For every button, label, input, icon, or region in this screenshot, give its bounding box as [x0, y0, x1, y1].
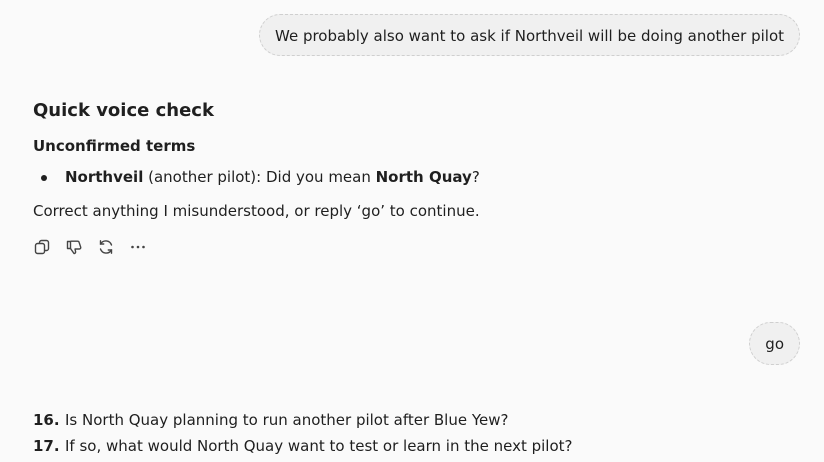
message-actions [33, 238, 147, 256]
term-suggestion: North Quay [375, 168, 472, 186]
term-name: Northveil [65, 168, 144, 186]
list-item: 16. Is North Quay planning to run anothe… [33, 407, 573, 433]
question-number: 17. [33, 437, 60, 455]
unconfirmed-terms-heading: Unconfirmed terms [33, 137, 196, 155]
user-message-text: go [765, 335, 784, 353]
list-item: 17. If so, what would North Quay want to… [33, 433, 573, 459]
user-message-text: We probably also want to ask if Northvei… [275, 27, 784, 45]
copy-icon[interactable] [33, 238, 51, 256]
unconfirmed-terms-list: Northveil (another pilot): Did you mean … [33, 166, 480, 188]
user-message-bubble: go [749, 322, 800, 365]
response-heading: Quick voice check [33, 100, 214, 121]
question-list: 16. Is North Quay planning to run anothe… [33, 407, 573, 459]
instruction-text: Correct anything I misunderstood, or rep… [33, 202, 480, 220]
term-context: (another pilot): Did you mean [143, 168, 376, 186]
chat-page: We probably also want to ask if Northvei… [0, 0, 824, 462]
regenerate-icon[interactable] [97, 238, 115, 256]
question-text: If so, what would North Quay want to tes… [65, 437, 573, 455]
question-text: Is North Quay planning to run another pi… [65, 411, 509, 429]
list-item: Northveil (another pilot): Did you mean … [33, 166, 480, 188]
question-number: 16. [33, 411, 60, 429]
thumbs-down-icon[interactable] [65, 238, 83, 256]
user-message-bubble: We probably also want to ask if Northvei… [259, 14, 800, 56]
more-icon[interactable] [129, 238, 147, 256]
term-end: ? [471, 168, 480, 186]
